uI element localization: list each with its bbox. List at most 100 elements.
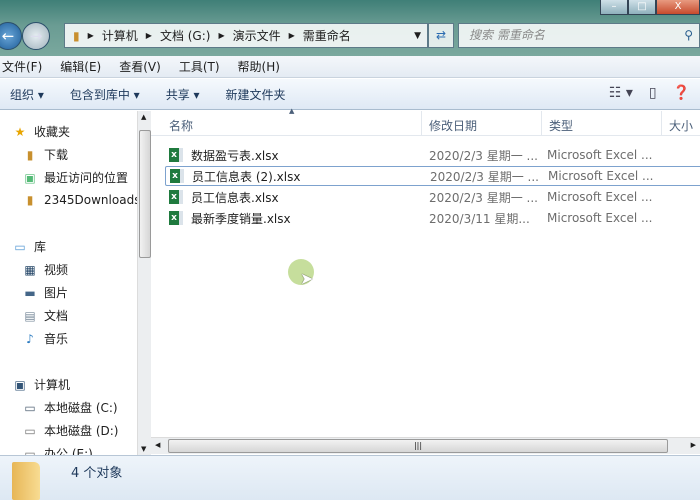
breadcrumb-folder[interactable]: 演示文件 bbox=[233, 27, 281, 44]
breadcrumb-computer[interactable]: 计算机 bbox=[102, 27, 138, 44]
drive-icon: ▭ bbox=[24, 446, 36, 456]
file-name: 最新季度销量.xlsx bbox=[191, 211, 291, 226]
pointer-icon: ➤ bbox=[300, 269, 314, 288]
file-list: 名称 ▲ 修改日期 类型 大小 x 数据盈亏表.xlsx 2020/2/3 星期一 … bbox=[151, 107, 700, 455]
library-icon: ▭ bbox=[14, 239, 26, 254]
file-name: 员工信息表.xlsx bbox=[191, 190, 279, 205]
nav-label: 文档 bbox=[44, 309, 69, 323]
nav-libraries[interactable]: ▭ 库 bbox=[12, 238, 46, 255]
file-date: 2020/2/3 星期一 ... bbox=[430, 169, 539, 184]
scroll-left-icon[interactable]: ◀ bbox=[155, 441, 160, 449]
nav-item-drive-d[interactable]: ▭ 本地磁盘 (D:) bbox=[22, 422, 118, 439]
scroll-thumb[interactable] bbox=[139, 130, 151, 258]
nav-item-pictures[interactable]: ▬ 图片 bbox=[22, 284, 68, 301]
nav-label: 本地磁盘 (D:) bbox=[44, 424, 119, 438]
file-row[interactable]: x 员工信息表.xlsx 2020/2/3 星期一 ... Microsoft Exc… bbox=[165, 187, 700, 207]
folder-icon: ▮ bbox=[73, 28, 80, 43]
nav-item-music[interactable]: ♪ 音乐 bbox=[22, 330, 68, 347]
maximize-button[interactable]: □ bbox=[628, 0, 656, 15]
view-options-icon[interactable]: ☷ ▾ bbox=[609, 85, 633, 101]
include-in-library-button[interactable]: 包含到库中 ▾ bbox=[70, 86, 140, 103]
excel-file-icon: x bbox=[169, 148, 183, 162]
status-bar: 4 个对象 bbox=[0, 455, 700, 500]
video-icon: ▦ bbox=[24, 262, 36, 277]
menu-tools[interactable]: 工具(T) bbox=[179, 58, 220, 75]
nav-item-recent[interactable]: ▣ 最近访问的位置 bbox=[22, 169, 128, 186]
close-button[interactable]: X bbox=[656, 0, 700, 15]
preview-pane-icon[interactable]: ▯ bbox=[649, 85, 657, 101]
scroll-up-icon[interactable]: ▲ bbox=[141, 113, 146, 121]
scroll-down-icon[interactable]: ▼ bbox=[141, 445, 146, 453]
file-date: 2020/3/11 星期... bbox=[429, 211, 530, 226]
nav-item-videos[interactable]: ▦ 视频 bbox=[22, 261, 68, 278]
horizontal-scrollbar[interactable]: ◀ ||| ▶ bbox=[151, 437, 700, 454]
nav-item-drive-c[interactable]: ▭ 本地磁盘 (C:) bbox=[22, 399, 118, 416]
scroll-thumb[interactable]: ||| bbox=[168, 439, 668, 453]
file-type: Microsoft Excel ... bbox=[547, 211, 653, 225]
recent-places-icon: ▣ bbox=[24, 170, 36, 185]
file-row[interactable]: x 最新季度销量.xlsx 2020/3/11 星期... Microsoft Exc… bbox=[165, 208, 700, 228]
column-size[interactable]: 大小 bbox=[669, 117, 693, 134]
scroll-right-icon[interactable]: ▶ bbox=[691, 441, 696, 449]
document-icon: ▤ bbox=[24, 308, 36, 323]
nav-label: 收藏夹 bbox=[34, 125, 71, 139]
address-bar[interactable]: ▮ ▶ 计算机 ▶ 文档 (G:) ▶ 演示文件 ▶ 需重命名 ▼ bbox=[64, 23, 428, 48]
sort-ascending-icon: ▲ bbox=[289, 107, 295, 115]
column-name[interactable]: 名称 bbox=[169, 117, 193, 134]
help-icon[interactable]: ❓ bbox=[673, 85, 690, 101]
nav-favorites[interactable]: ★ 收藏夹 bbox=[12, 123, 70, 140]
excel-file-icon: x bbox=[169, 211, 183, 225]
computer-icon: ▣ bbox=[14, 377, 26, 392]
file-type: Microsoft Excel ... bbox=[548, 169, 654, 183]
excel-file-icon: x bbox=[170, 169, 184, 183]
mouse-cursor: ➤ bbox=[288, 259, 314, 288]
organize-button[interactable]: 组织 ▾ bbox=[10, 86, 44, 103]
dropdown-icon[interactable]: ▼ bbox=[414, 31, 421, 41]
column-headers: 名称 ▲ 修改日期 类型 大小 bbox=[151, 107, 700, 136]
file-type: Microsoft Excel ... bbox=[547, 148, 653, 162]
nav-label: 本地磁盘 (C:) bbox=[44, 401, 118, 415]
menu-view[interactable]: 查看(V) bbox=[119, 58, 161, 75]
nav-computer[interactable]: ▣ 计算机 bbox=[12, 376, 70, 393]
forward-button[interactable]: → bbox=[22, 22, 50, 50]
nav-item-downloads[interactable]: ▮ 下载 bbox=[22, 146, 68, 163]
search-icon[interactable]: ⚲ bbox=[684, 24, 693, 47]
nav-item-drive-e[interactable]: ▭ 办公 (E:) bbox=[22, 445, 93, 456]
file-name: 数据盈亏表.xlsx bbox=[191, 148, 279, 163]
nav-label: 2345Downloads bbox=[44, 193, 137, 207]
search-input[interactable]: 搜索 需重命名 ⚲ bbox=[458, 23, 700, 48]
chevron-right-icon: ▶ bbox=[145, 31, 152, 40]
refresh-button[interactable]: ⇄ bbox=[428, 23, 454, 48]
menu-help[interactable]: 帮助(H) bbox=[238, 58, 280, 75]
search-placeholder: 搜索 需重命名 bbox=[469, 28, 545, 42]
file-date: 2020/2/3 星期一 ... bbox=[429, 148, 538, 163]
file-row-selected[interactable]: x 员工信息表 (2).xlsx 2020/2/3 星期一 ... Microsoft… bbox=[165, 166, 700, 186]
breadcrumb-drive[interactable]: 文档 (G:) bbox=[160, 27, 211, 44]
breadcrumb-current[interactable]: 需重命名 bbox=[303, 27, 351, 44]
menu-edit[interactable]: 编辑(E) bbox=[60, 58, 101, 75]
share-button[interactable]: 共享 ▾ bbox=[166, 86, 200, 103]
nav-scrollbar[interactable]: ▲ ▼ bbox=[137, 111, 151, 455]
new-folder-button[interactable]: 新建文件夹 bbox=[226, 86, 286, 103]
column-date[interactable]: 修改日期 bbox=[429, 117, 477, 134]
nav-item-2345downloads[interactable]: ▮ 2345Downloads bbox=[22, 192, 137, 208]
file-name: 员工信息表 (2).xlsx bbox=[192, 169, 301, 184]
nav-label: 办公 (E:) bbox=[44, 447, 93, 455]
music-icon: ♪ bbox=[26, 331, 34, 346]
file-date: 2020/2/3 星期一 ... bbox=[429, 190, 538, 205]
item-count: 4 个对象 bbox=[71, 466, 123, 481]
nav-label: 图片 bbox=[44, 286, 69, 300]
back-button[interactable]: ← bbox=[0, 22, 22, 50]
nav-label: 计算机 bbox=[34, 378, 71, 392]
picture-icon: ▬ bbox=[24, 285, 36, 300]
column-type[interactable]: 类型 bbox=[549, 117, 573, 134]
menu-file[interactable]: 文件(F) bbox=[2, 58, 42, 75]
menu-bar: 文件(F) 编辑(E) 查看(V) 工具(T) 帮助(H) bbox=[0, 56, 700, 78]
nav-item-documents[interactable]: ▤ 文档 bbox=[22, 307, 68, 324]
navigation-pane: ★ 收藏夹 ▮ 下载 ▣ 最近访问的位置 ▮ 2345Downloads ▭ 库 ▦ 视频 … bbox=[0, 111, 137, 455]
nav-label: 下载 bbox=[44, 148, 69, 162]
minimize-button[interactable]: – bbox=[600, 0, 628, 15]
star-icon: ★ bbox=[14, 124, 26, 139]
folder-icon: ▮ bbox=[26, 193, 34, 207]
file-row[interactable]: x 数据盈亏表.xlsx 2020/2/3 星期一 ... Microsoft Exc… bbox=[165, 145, 700, 165]
